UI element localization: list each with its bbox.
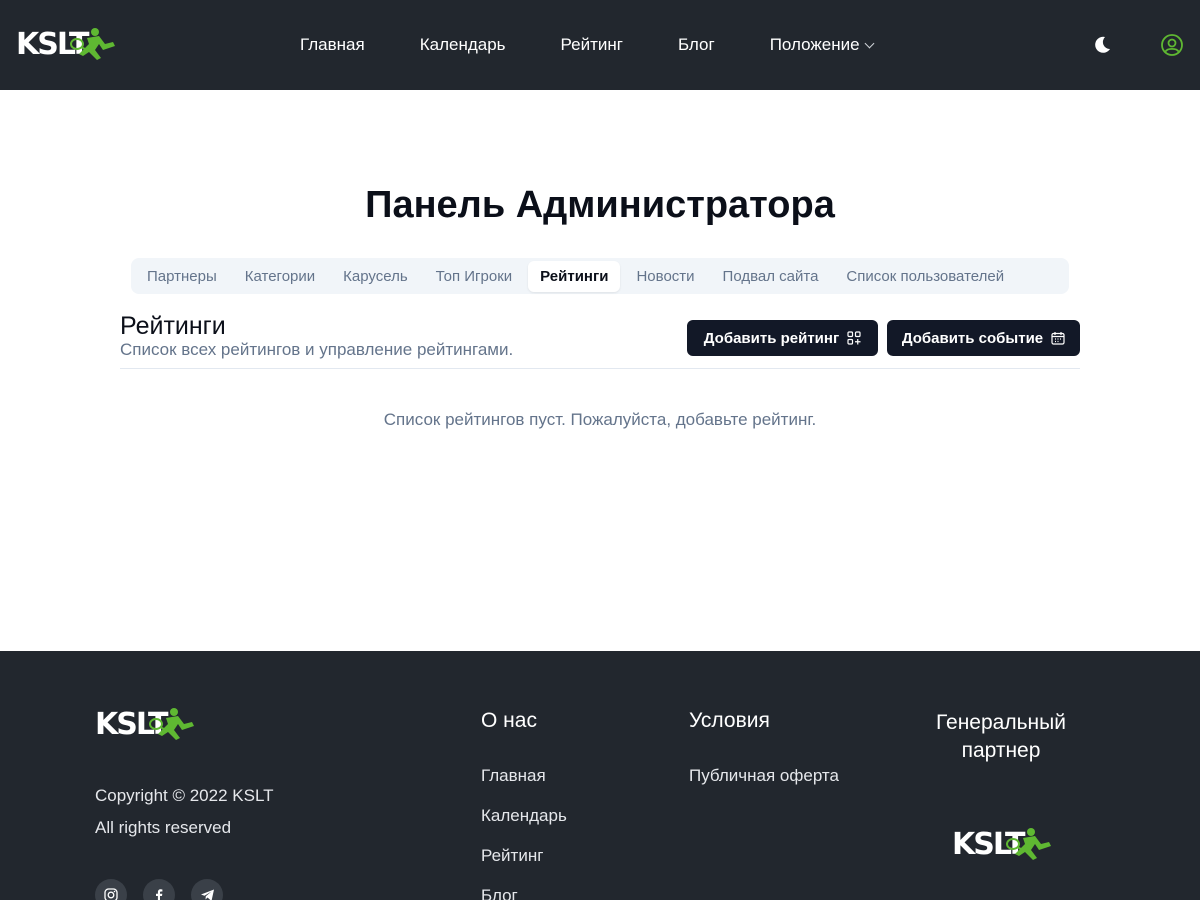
empty-state-message: Список рейтингов пуст. Пожалуйста, добав… [383,410,817,429]
tab-carousel[interactable]: Карусель [331,261,420,292]
footer-link-home[interactable]: Главная [481,766,546,786]
tab-users[interactable]: Список пользователей [834,261,1016,292]
grid-plus-icon [847,331,861,345]
nav-item-blog[interactable]: Блог [678,35,715,55]
footer-link-blog[interactable]: Блог [481,886,518,900]
add-rating-label: Добавить рейтинг [703,329,840,347]
nav-label: Календарь [419,35,506,54]
tennis-player-icon [1006,828,1052,860]
site-header: KSLT Главная Календарь Рейтинг Блог Поло… [0,0,1200,90]
copyright-text: Copyright © 2022 KSLT [95,786,274,805]
nav-label: Блог [677,35,715,54]
moon-icon[interactable] [1092,35,1112,55]
chevron-down-icon [864,38,874,48]
add-event-label: Добавить событие [901,329,1044,347]
instagram-icon [104,888,118,900]
user-circle-icon[interactable] [1160,33,1184,57]
nav-item-home[interactable]: Главная [300,35,365,55]
section-title: Рейтинги [120,312,226,340]
add-rating-button[interactable]: Добавить рейтинг [687,320,878,356]
nav-label: Главная [300,35,365,54]
tennis-player-icon [70,28,116,60]
telegram-button[interactable] [191,879,223,900]
site-footer: KSLT Copyright © 2022 KSLT All rights re… [0,651,1200,900]
nav-label: Рейтинг [560,35,623,54]
partner-logo[interactable]: KSLT [952,826,1053,862]
about-title: О нас [481,709,537,732]
main-nav: Главная Календарь Рейтинг Блог Положение [300,35,928,55]
admin-tabs: Партнеры Категории Карусель Топ Игроки Р… [131,258,1069,294]
tab-categories[interactable]: Категории [233,261,327,292]
footer-link-calendar[interactable]: Календарь [481,806,567,826]
footer-logo[interactable]: KSLT [95,706,196,742]
page-title: Панель Администратора [365,184,835,226]
tab-top-players[interactable]: Топ Игроки [424,261,525,292]
footer-link-rating[interactable]: Рейтинг [481,846,543,866]
nav-label: Положение [769,35,860,54]
terms-title: Условия [689,709,770,732]
telegram-icon [200,889,214,900]
add-event-button[interactable]: Добавить событие [887,320,1080,356]
facebook-button[interactable] [143,879,175,900]
nav-item-regulations[interactable]: Положение [769,35,874,55]
instagram-button[interactable] [95,879,127,900]
section-subtitle: Список всех рейтингов и управление рейти… [120,340,514,359]
tab-news[interactable]: Новости [624,261,706,292]
facebook-icon [156,889,163,900]
tab-ratings[interactable]: Рейтинги [528,260,621,292]
nav-item-calendar[interactable]: Календарь [420,35,506,55]
tab-footer[interactable]: Подвал сайта [711,261,831,292]
footer-link-public-offer[interactable]: Публичная оферта [689,766,839,786]
section-divider [120,368,1080,369]
rights-text: All rights reserved [95,818,232,837]
partner-title: Генеральный партнер [936,711,1066,762]
tennis-player-icon [149,708,195,740]
logo[interactable]: KSLT [16,26,117,62]
tab-partners[interactable]: Партнеры [135,261,229,292]
nav-item-rating[interactable]: Рейтинг [561,35,623,55]
calendar-icon [1051,332,1065,345]
